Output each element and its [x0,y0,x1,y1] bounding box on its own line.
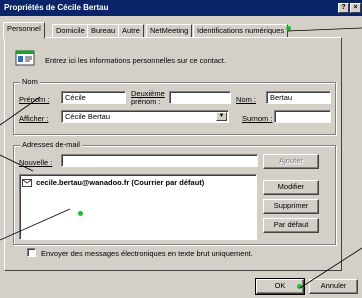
tab-panel-personnel: Entrez ici les informations personnelles… [4,37,342,271]
plain-text-checkbox[interactable] [27,248,36,257]
afficher-label: Afficher : [19,114,49,123]
tab-netmeeting[interactable]: NetMeeting [146,24,193,38]
close-button[interactable]: × [350,3,361,13]
afficher-select[interactable]: Cécile Bertau ▼ [61,110,229,123]
email-default-note: (Courrier par défaut) [131,178,205,187]
email-address: cecile.bertau@wanadoo.fr [36,178,130,187]
email-group-title: Adresses de-mail [20,140,82,150]
modifier-button[interactable]: Modifier [263,180,319,195]
plain-text-label: Envoyer des messages électroniques en te… [41,249,253,258]
tab-personnel[interactable]: Personnel [3,22,45,39]
prenom-label: Prénom : [19,95,50,104]
chevron-down-icon[interactable]: ▼ [216,112,227,121]
par-defaut-button[interactable]: Par défaut [263,218,319,233]
window-title: Propriétés de Cécile Bertau [4,3,109,12]
tab-identifications[interactable]: Identifications numériques [193,24,289,38]
intro-text: Entrez ici les informations personnelles… [45,56,226,65]
surnom-label: Surnom : [242,114,273,123]
list-item[interactable]: cecile.bertau@wanadoo.fr (Courrier par d… [22,178,204,188]
nom-group-title: Nom [20,77,40,87]
callout-dot [286,26,291,31]
nouvelle-email-field[interactable] [61,154,258,167]
envelope-icon [22,179,32,188]
surnom-field[interactable] [274,110,331,123]
deuxieme-prenom-field[interactable] [169,91,231,104]
afficher-value: Cécile Bertau [65,112,111,121]
contact-card-icon [15,50,35,66]
callout-dot [297,284,302,289]
prenom-field[interactable]: Cécile [61,91,126,104]
supprimer-button[interactable]: Supprimer [263,199,319,214]
callout-dot [78,211,83,216]
nouvelle-label: Nouvelle : [19,158,53,167]
nom-group: Nom Prénom : Cécile Deuxième prénom : No… [13,77,336,135]
properties-dialog: Propriétés de Cécile Bertau ? × Personne… [0,0,362,298]
email-list[interactable]: cecile.bertau@wanadoo.fr (Courrier par d… [19,174,257,240]
email-group: Adresses de-mail Nouvelle : Ajouter ceci… [13,140,336,245]
cancel-button[interactable]: Annuler [309,279,358,294]
help-button[interactable]: ? [338,3,349,13]
nom-label: Nom : [236,95,257,104]
tab-domicile[interactable]: Domicile [52,24,89,38]
tab-autre[interactable]: Autre [118,24,144,38]
tab-bureau[interactable]: Bureau [87,24,120,38]
ajouter-button[interactable]: Ajouter [263,154,319,169]
nom-field[interactable]: Bertau [266,91,331,104]
deuxieme-prenom-label-2: prénom : [131,97,161,106]
title-bar: Propriétés de Cécile Bertau ? × [0,0,362,16]
